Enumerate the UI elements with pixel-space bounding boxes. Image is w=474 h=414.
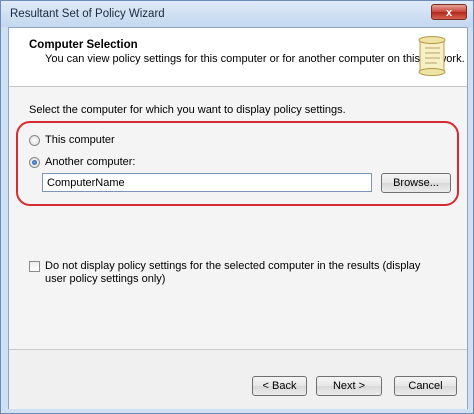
exclude-computer-settings-label: Do not display policy settings for the s… [45,260,421,285]
close-button[interactable]: x [431,4,467,20]
exclude-computer-settings-option[interactable]: Do not display policy settings for the s… [29,260,430,286]
computer-name-input[interactable] [42,173,372,192]
radio-another-computer[interactable]: Another computer: [29,156,136,168]
radio-another-computer-label: Another computer: [45,156,136,168]
radio-this-computer-indicator[interactable] [29,134,40,146]
title-bar: Resultant Set of Policy Wizard x [1,1,473,27]
radio-another-computer-indicator[interactable] [29,156,40,168]
wizard-body: Select the computer for which you want t… [9,87,467,349]
radio-this-computer[interactable]: This computer [29,134,115,146]
page-title: Computer Selection [29,39,138,51]
page-subtitle: You can view policy settings for this co… [45,53,465,65]
wizard-header: Computer Selection You can view policy s… [9,28,467,87]
cancel-button[interactable]: Cancel [394,376,457,396]
wizard-window: Resultant Set of Policy Wizard x Compute… [0,0,474,414]
wizard-content: Computer Selection You can view policy s… [8,27,468,409]
scroll-icon [418,36,446,76]
browse-button[interactable]: Browse... [381,173,451,193]
instruction-text: Select the computer for which you want t… [29,104,346,116]
next-button[interactable]: Next > [316,376,382,396]
wizard-footer: < Back Next > Cancel [9,349,467,409]
window-title: Resultant Set of Policy Wizard [10,8,165,20]
radio-this-computer-label: This computer [45,134,115,146]
exclude-computer-settings-checkbox[interactable] [29,261,40,272]
back-button[interactable]: < Back [252,376,307,396]
